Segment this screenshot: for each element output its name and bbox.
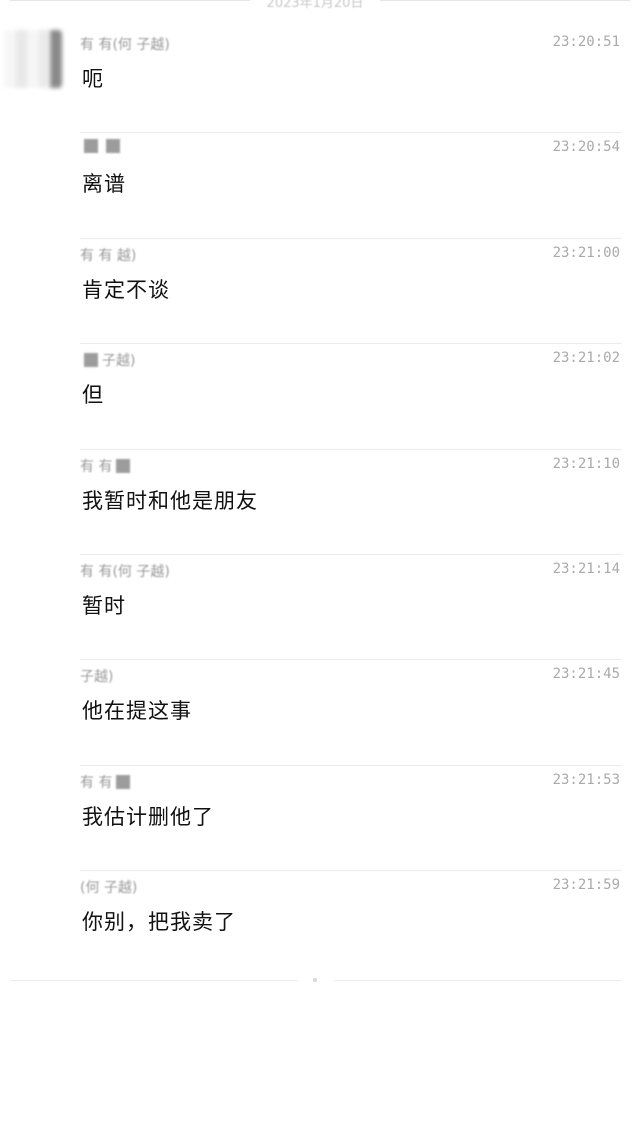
- message-item[interactable]: 有 有(何 子越) 23:20:51 呃: [80, 28, 622, 134]
- message-text: 你别，把我卖了: [82, 910, 236, 935]
- message-text: 我估计删他了: [82, 804, 214, 829]
- sender-mosaic: [84, 139, 98, 154]
- message-item[interactable]: 子越) 23:21:02 但: [80, 344, 622, 450]
- message-time: 23:20:54: [552, 139, 620, 156]
- avatar[interactable]: [4, 30, 62, 88]
- message-time: 23:21:10: [552, 455, 620, 472]
- message-item[interactable]: (何 子越) 23:21:59 你别，把我卖了: [80, 871, 622, 976]
- sender-name: 子越): [80, 350, 135, 370]
- sender-mosaic: [106, 139, 120, 154]
- message-text: 他在提这事: [82, 699, 192, 724]
- sender-name: 有 有: [80, 772, 134, 792]
- sender-name: 有 有: [80, 456, 134, 476]
- message-text: 我暂时和他是朋友: [82, 488, 258, 513]
- sender-name: 有 有(何 子越): [80, 37, 170, 53]
- message-text: 肯定不谈: [82, 277, 170, 302]
- message-item[interactable]: 有 有 23:21:53 我估计删他了: [80, 766, 622, 872]
- sender-name: [80, 139, 124, 155]
- date-separator-line-right: [380, 0, 630, 1]
- sender-mosaic: [116, 458, 131, 473]
- sender-mosaic: [84, 353, 98, 368]
- sender-name: 子越): [80, 669, 114, 686]
- end-of-list-divider: [0, 978, 640, 984]
- sender-name: 有 有(何 子越): [80, 563, 170, 580]
- message-text: 呃: [82, 67, 104, 91]
- date-separator-line-left: [10, 0, 250, 1]
- divider-line-right: [334, 980, 622, 981]
- message-time: 23:21:59: [552, 877, 620, 894]
- date-separator: 2023年1月20日: [0, 0, 640, 12]
- message-item[interactable]: 有 有 23:21:10 我暂时和他是朋友: [80, 450, 622, 555]
- message-item[interactable]: 23:20:54 离谱: [80, 133, 622, 239]
- message-item[interactable]: 有 有 越) 23:21:00 肯定不谈: [80, 239, 622, 345]
- message-item[interactable]: 有 有(何 子越) 23:21:14 暂时: [80, 555, 622, 661]
- message-time: 23:21:14: [552, 560, 620, 577]
- sender-mosaic: [116, 774, 131, 789]
- date-separator-text: 2023年1月20日: [266, 0, 364, 11]
- message-item[interactable]: 子越) 23:21:45 他在提这事: [80, 660, 622, 766]
- message-text: 但: [82, 383, 104, 408]
- message-text: 离谱: [82, 172, 126, 197]
- message-time: 23:21:45: [552, 666, 620, 683]
- message-time: 23:21:00: [552, 244, 620, 261]
- message-time: 23:21:02: [552, 350, 620, 367]
- message-time: 23:20:51: [552, 34, 620, 50]
- divider-dot: [313, 978, 317, 982]
- message-text: 暂时: [82, 593, 126, 618]
- message-list: 有 有(何 子越) 23:20:51 呃 23:20:54 离谱 有 有 越) …: [80, 28, 622, 977]
- sender-name: (何 子越): [80, 880, 138, 897]
- sender-name: 有 有 越): [80, 247, 137, 264]
- divider-line-left: [10, 980, 298, 981]
- message-time: 23:21:53: [552, 771, 620, 788]
